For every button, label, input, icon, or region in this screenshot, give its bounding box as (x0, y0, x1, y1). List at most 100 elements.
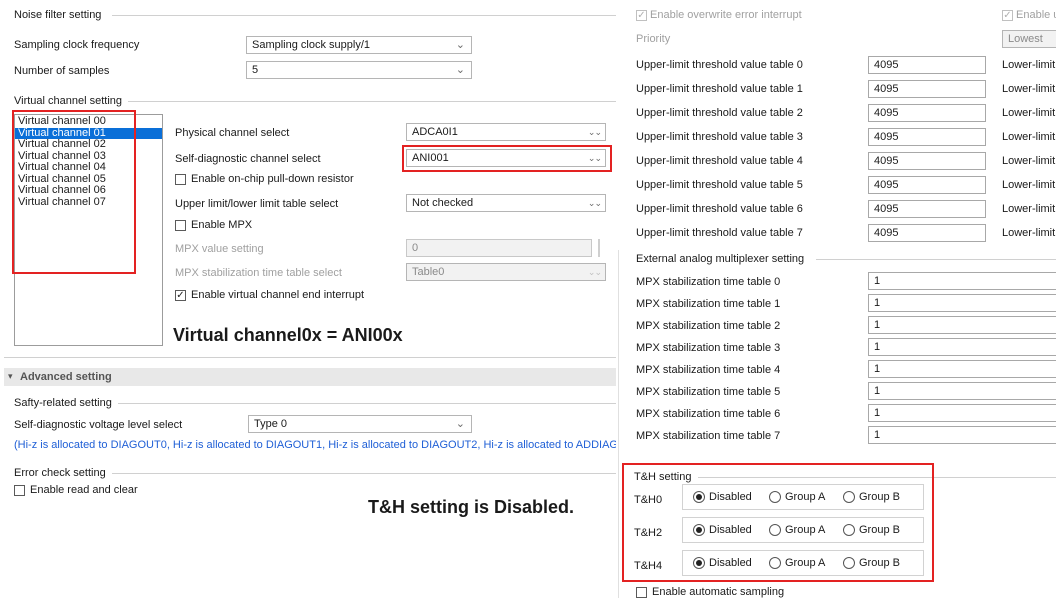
threshold-value: 4095 (874, 155, 899, 167)
read-clear-label: Enable read and clear (30, 484, 138, 496)
error-check-title: Error check setting (14, 467, 106, 479)
threshold-input[interactable]: 4095 (868, 176, 986, 194)
mpx-table-value: 1 (874, 385, 881, 397)
pulldown-checkbox[interactable] (175, 174, 186, 185)
panel-divider (618, 250, 619, 598)
lower-limit-label: Lower-limit (1002, 59, 1056, 71)
lower-limit-label: Lower-limit (1002, 179, 1056, 191)
lower-limit-label: Lower-limit (1002, 203, 1056, 215)
advanced-setting-title: Advanced setting (20, 371, 112, 383)
mpx-checkbox[interactable] (175, 220, 186, 231)
threshold-label: Upper-limit threshold value table 1 (636, 83, 803, 95)
priority-value: Lowest (1008, 33, 1043, 45)
mpx-table-input[interactable]: 1 (868, 360, 1056, 378)
sampling-clock-value: Sampling clock supply/1 (252, 39, 371, 51)
self-diag-highlight (402, 145, 612, 172)
mpx-stab-table-select[interactable]: Table0 ⌄⌄ (406, 263, 606, 281)
advanced-setting-header[interactable]: ▾ Advanced setting (4, 368, 616, 386)
mpx-table-label: MPX stabilization time table 3 (636, 342, 781, 354)
mpx-value: 0 (412, 242, 419, 254)
voltage-level-value: Type 0 (254, 418, 288, 430)
chevron-down-icon: ⌄ (455, 39, 465, 51)
diag-info-text: (Hi-z is allocated to DIAGOUT0, Hi-z is … (14, 439, 616, 451)
end-interrupt-checkbox[interactable]: ✓ (175, 290, 186, 301)
sampling-clock-select[interactable]: Sampling clock supply/1 ⌄ (246, 36, 472, 54)
th-annotation: T&H setting is Disabled. (368, 497, 575, 517)
auto-sampling-label: Enable automatic sampling (652, 586, 785, 598)
mpx-table-input[interactable]: 1 (868, 382, 1056, 400)
overwrite-checkbox[interactable]: ✓ (636, 10, 647, 21)
threshold-input[interactable]: 4095 (868, 200, 986, 218)
threshold-label: Upper-limit threshold value table 0 (636, 59, 803, 71)
mpx-table-label: MPX stabilization time table 5 (636, 386, 781, 398)
enable-u-checkbox[interactable]: ✓ (1002, 10, 1013, 21)
threshold-input[interactable]: 4095 (868, 128, 986, 146)
physical-channel-select[interactable]: ADCA0I1 ⌄⌄ (406, 123, 606, 141)
chevron-down-icon: ⌄ (455, 418, 465, 430)
physical-channel-label: Physical channel select (175, 127, 290, 139)
diag-info-clip: (Hi-z is allocated to DIAGOUT0, Hi-z is … (14, 438, 616, 452)
mpx-table-input[interactable]: 1 (868, 294, 1056, 312)
mpx-table-input[interactable]: 1 (868, 426, 1056, 444)
collapse-arrow-icon: ▾ (8, 371, 13, 381)
num-samples-label: Number of samples (14, 65, 110, 77)
num-samples-select[interactable]: 5 ⌄ (246, 61, 472, 79)
sampling-clock-label: Sampling clock frequency (14, 39, 140, 51)
read-clear-checkbox[interactable] (14, 485, 25, 496)
mpx-value-label: MPX value setting (175, 243, 264, 255)
mpx-table-label: MPX stabilization time table 4 (636, 364, 781, 376)
mpx-table-label: MPX stabilization time table 1 (636, 298, 781, 310)
mpx-stab-table-value: Table0 (412, 266, 445, 278)
mpx-table-value: 1 (874, 297, 881, 309)
mpx-value-input[interactable]: 0 (406, 239, 592, 257)
safety-title: Safty-related setting (14, 397, 112, 409)
mpx-table-input[interactable]: 1 (868, 404, 1056, 422)
threshold-label: Upper-limit threshold value table 7 (636, 227, 803, 239)
physical-channel-value: ADCA0I1 (412, 126, 458, 138)
section-divider (4, 357, 616, 358)
noise-filter-title: Noise filter setting (14, 9, 102, 21)
left-panel: Noise filter setting Sampling clock freq… (0, 0, 620, 598)
mpx-table-input[interactable]: 1 (868, 316, 1056, 334)
spin-handle[interactable] (598, 239, 600, 257)
threshold-value: 4095 (874, 107, 899, 119)
limit-table-label: Upper limit/lower limit table select (175, 198, 339, 210)
threshold-input[interactable]: 4095 (868, 104, 986, 122)
mpx-table-input[interactable]: 1 (868, 338, 1056, 356)
right-panel: ✓ Enable overwrite error interrupt ✓ Ena… (620, 0, 1056, 598)
pulldown-label: Enable on-chip pull-down resistor (191, 173, 354, 185)
channel-list-highlight (12, 110, 136, 274)
voltage-level-label: Self-diagnostic voltage level select (14, 419, 183, 431)
threshold-value: 4095 (874, 203, 899, 215)
threshold-input[interactable]: 4095 (868, 152, 986, 170)
mpx-stab-table-label: MPX stabilization time table select (175, 267, 342, 279)
lower-limit-label: Lower-limit (1002, 227, 1056, 239)
auto-sampling-checkbox[interactable] (636, 587, 647, 598)
mpx-table-input[interactable]: 1 (868, 272, 1056, 290)
enable-u-label: Enable u (1016, 9, 1056, 21)
chevron-down-icon: ⌄⌄ (587, 127, 602, 137)
lower-limit-label: Lower-limit (1002, 131, 1056, 143)
mpx-table-value: 1 (874, 341, 881, 353)
voltage-level-select[interactable]: Type 0 ⌄ (248, 415, 472, 433)
threshold-input[interactable]: 4095 (868, 80, 986, 98)
threshold-label: Upper-limit threshold value table 6 (636, 203, 803, 215)
chevron-down-icon: ⌄⌄ (587, 267, 602, 277)
mpx-table-label: MPX stabilization time table 7 (636, 430, 781, 442)
priority-select[interactable]: Lowest (1002, 30, 1056, 48)
virtual-channel-title: Virtual channel setting (14, 95, 123, 107)
error-check-divider (112, 473, 616, 474)
virtual-channel-annotation: Virtual channel0x = ANI00x (173, 325, 403, 345)
threshold-value: 4095 (874, 179, 899, 191)
chevron-down-icon: ⌄ (455, 64, 465, 76)
threshold-value: 4095 (874, 131, 899, 143)
end-interrupt-label: Enable virtual channel end interrupt (191, 289, 365, 301)
lower-limit-label: Lower-limit (1002, 83, 1056, 95)
mpx-table-label: MPX stabilization time table 6 (636, 408, 781, 420)
overwrite-label: Enable overwrite error interrupt (650, 9, 802, 21)
mpx-table-value: 1 (874, 319, 881, 331)
threshold-input[interactable]: 4095 (868, 56, 986, 74)
priority-label: Priority (636, 33, 671, 45)
threshold-input[interactable]: 4095 (868, 224, 986, 242)
limit-table-select[interactable]: Not checked ⌄⌄ (406, 194, 606, 212)
